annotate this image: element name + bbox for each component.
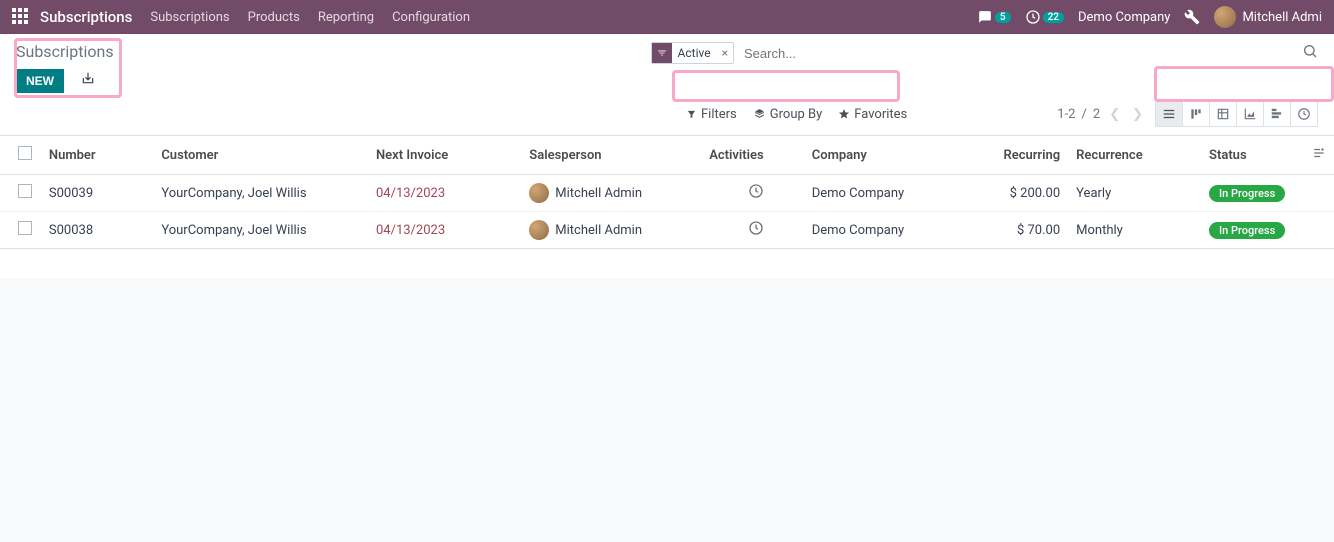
nav-menu: Subscriptions Products Reporting Configu… xyxy=(150,10,470,25)
cell-status: In Progress xyxy=(1201,212,1303,249)
facet-label: Active xyxy=(672,46,717,60)
filters-button[interactable]: Filters xyxy=(686,107,737,122)
favorites-button[interactable]: Favorites xyxy=(838,107,907,122)
debug-icon[interactable] xyxy=(1184,9,1200,25)
cell-salesperson: Mitchell Admin xyxy=(529,183,682,203)
col-settings-icon[interactable] xyxy=(1303,136,1334,175)
activities-icon[interactable]: 22 xyxy=(1025,9,1064,25)
col-number[interactable]: Number xyxy=(41,136,153,175)
cell-recurring: $ 70.00 xyxy=(956,212,1068,249)
view-graph[interactable] xyxy=(1236,101,1264,127)
avatar-icon xyxy=(529,183,549,203)
cell-next-invoice: 04/13/2023 xyxy=(368,212,521,249)
clock-icon[interactable] xyxy=(748,188,764,203)
status-badge: In Progress xyxy=(1209,222,1285,239)
search-input[interactable] xyxy=(738,43,1298,64)
col-next-invoice[interactable]: Next Invoice xyxy=(368,136,521,175)
view-pivot[interactable] xyxy=(1209,101,1237,127)
groupby-button[interactable]: Group By xyxy=(753,107,823,122)
cell-customer: YourCompany, Joel Willis xyxy=(153,212,368,249)
cell-salesperson: Mitchell Admin xyxy=(529,220,682,240)
cell-next-invoice: 04/13/2023 xyxy=(368,175,521,212)
page-title: Subscriptions xyxy=(16,42,114,61)
cell-status: In Progress xyxy=(1201,175,1303,212)
view-list[interactable] xyxy=(1155,101,1183,127)
cell-customer: YourCompany, Joel Willis xyxy=(153,175,368,212)
table-row[interactable]: S00038YourCompany, Joel Willis04/13/2023… xyxy=(0,212,1334,249)
select-all-checkbox[interactable] xyxy=(18,146,32,160)
cell-recurring: $ 200.00 xyxy=(956,175,1068,212)
messages-badge: 5 xyxy=(995,12,1011,23)
cell-number: S00039 xyxy=(41,175,153,212)
clock-icon[interactable] xyxy=(748,225,764,240)
cell-number: S00038 xyxy=(41,212,153,249)
cell-recurrence: Monthly xyxy=(1068,212,1201,249)
user-name: Mitchell Admi xyxy=(1242,10,1322,25)
col-company[interactable]: Company xyxy=(772,136,956,175)
cell-company: Demo Company xyxy=(772,175,956,212)
col-recurring[interactable]: Recurring xyxy=(956,136,1068,175)
download-button[interactable] xyxy=(77,67,99,92)
pager-next[interactable]: ❯ xyxy=(1129,107,1146,122)
view-activity[interactable] xyxy=(1290,101,1318,127)
nav-reporting[interactable]: Reporting xyxy=(318,10,374,25)
list-view: Number Customer Next Invoice Salesperson… xyxy=(0,136,1334,278)
nav-configuration[interactable]: Configuration xyxy=(392,10,470,25)
app-brand[interactable]: Subscriptions xyxy=(40,8,132,26)
apps-icon[interactable] xyxy=(12,8,30,26)
cell-recurrence: Yearly xyxy=(1068,175,1201,212)
col-activities[interactable]: Activities xyxy=(690,136,772,175)
col-recurrence[interactable]: Recurrence xyxy=(1068,136,1201,175)
pager-total: 2 xyxy=(1093,107,1100,122)
col-customer[interactable]: Customer xyxy=(153,136,368,175)
cell-company: Demo Company xyxy=(772,212,956,249)
row-checkbox[interactable] xyxy=(18,184,32,198)
avatar-icon xyxy=(1214,6,1236,28)
activities-badge: 22 xyxy=(1043,12,1064,23)
top-navbar: Subscriptions Subscriptions Products Rep… xyxy=(0,0,1334,34)
search-facet-active: Active × xyxy=(651,42,734,64)
messages-icon[interactable]: 5 xyxy=(977,10,1011,24)
avatar-icon xyxy=(529,220,549,240)
company-switch[interactable]: Demo Company xyxy=(1078,10,1170,25)
status-badge: In Progress xyxy=(1209,185,1285,202)
nav-subscriptions[interactable]: Subscriptions xyxy=(150,10,229,25)
user-menu[interactable]: Mitchell Admi xyxy=(1214,6,1322,28)
nav-products[interactable]: Products xyxy=(248,10,300,25)
pager: 1-2 / 2 ❮ ❯ xyxy=(1057,107,1146,122)
pager-prev[interactable]: ❮ xyxy=(1106,107,1123,122)
col-status[interactable]: Status xyxy=(1201,136,1303,175)
search-icon[interactable] xyxy=(1302,43,1318,63)
facet-remove[interactable]: × xyxy=(717,46,733,60)
view-kanban[interactable] xyxy=(1182,101,1210,127)
pager-range[interactable]: 1-2 xyxy=(1057,107,1075,122)
view-switcher xyxy=(1156,101,1318,127)
col-salesperson[interactable]: Salesperson xyxy=(521,136,690,175)
filter-icon xyxy=(652,43,672,63)
row-checkbox[interactable] xyxy=(18,221,32,235)
view-cohort[interactable] xyxy=(1263,101,1291,127)
new-button[interactable]: NEW xyxy=(16,69,64,93)
table-row[interactable]: S00039YourCompany, Joel Willis04/13/2023… xyxy=(0,175,1334,212)
